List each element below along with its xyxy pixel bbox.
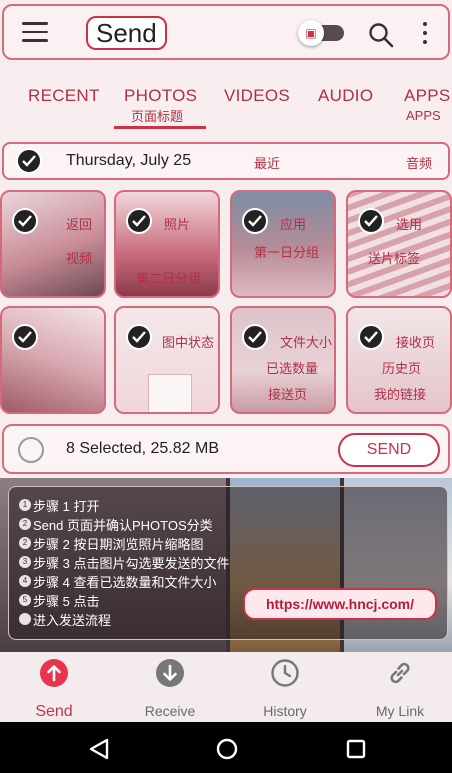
menu-icon[interactable] (22, 22, 48, 42)
step-number: 4 (19, 575, 31, 587)
bottom-navigation: Send Receive History My Link (0, 652, 452, 722)
nav-send[interactable]: Send (4, 658, 104, 721)
nav-history[interactable]: History (235, 658, 335, 719)
step-text: 进入发送流程 (33, 613, 112, 628)
select-all-check-icon[interactable] (16, 148, 42, 174)
nav-receive[interactable]: Receive (120, 658, 220, 719)
checked-icon (358, 324, 384, 350)
search-icon[interactable] (368, 22, 394, 48)
tile-label: 照片 (164, 217, 191, 232)
photo-tile[interactable]: 选用 送片标签 (346, 190, 452, 298)
tile-label: 第二日分组 (136, 271, 202, 286)
step-number: 5 (19, 594, 31, 606)
nav-label: History (263, 703, 307, 719)
photo-tile[interactable] (0, 306, 106, 414)
building-illustration (148, 374, 192, 412)
step-bullet (19, 613, 31, 625)
photo-tile[interactable]: 返回 视频 (0, 190, 106, 298)
tile-label: 第一日分组 (254, 245, 320, 260)
cast-toggle[interactable]: ▣ (298, 20, 346, 46)
nav-label: Send (35, 703, 73, 720)
checked-icon (12, 208, 38, 234)
step-number: 2 (19, 537, 31, 549)
nav-my-link[interactable]: My Link (350, 658, 450, 719)
tile-label: 历史页 (382, 361, 422, 376)
clock-icon (271, 659, 299, 687)
tab-apps-sublabel: APPS (406, 108, 441, 123)
photo-tile[interactable]: 文件大小 已选数量 接送页 (230, 306, 336, 414)
app-screen: Send ▣ RECENT PHOTOS 页面标题 VIDEOS AUDIO A… (0, 0, 452, 773)
steps-overlay: 1 步骤 1 打开 2 Send 页面并确认PHOTOS分类 2 步骤 2 按日… (8, 486, 448, 640)
tab-recent[interactable]: RECENT (28, 86, 100, 106)
recents-icon[interactable] (346, 739, 366, 759)
tab-photos-sublabel: 页面标题 (131, 109, 184, 124)
tile-label: 视频 (66, 251, 93, 266)
step-text: 步骤 2 按日期浏览照片缩略图 (33, 537, 204, 552)
photo-tile[interactable]: 图中状态 (114, 306, 220, 414)
tile-label: 已选数量 (266, 361, 319, 376)
tile-label: 我的链接 (374, 387, 427, 402)
tab-videos[interactable]: VIDEOS (224, 86, 290, 106)
tile-label: 选用 (396, 217, 423, 232)
link-icon (390, 662, 410, 684)
download-circle-icon (156, 659, 184, 687)
tile-label: 送片标签 (368, 251, 421, 266)
deselect-radio[interactable] (18, 437, 44, 463)
selection-bar: 8 Selected, 25.82 MB SEND (2, 424, 450, 474)
upload-circle-icon (40, 659, 68, 687)
home-icon[interactable] (216, 738, 238, 760)
tile-label: 图中状态 (162, 335, 215, 350)
step-number: 2 (19, 518, 31, 530)
audio-annotation: 音频 (406, 156, 433, 171)
photo-tile[interactable]: 应用 第一日分组 (230, 190, 336, 298)
page-title: Send (86, 16, 167, 50)
tile-label: 返回 (66, 217, 93, 232)
step-text: 步骤 5 点击 (33, 594, 100, 609)
date-group-header[interactable]: Thursday, July 25 最近 音频 (2, 142, 450, 180)
cast-icon: ▣ (298, 20, 324, 46)
tile-label: 接送页 (268, 387, 308, 402)
url-link[interactable]: https://www.hncj.com/ (243, 588, 437, 620)
system-nav-bar (0, 722, 452, 773)
photo-tile[interactable]: 接收页 历史页 我的链接 (346, 306, 452, 414)
step-text: 步骤 1 打开 (33, 499, 100, 514)
photo-tile[interactable]: 照片 第二日分组 (114, 190, 220, 298)
checked-icon (242, 208, 268, 234)
step-text: Send 页面并确认PHOTOS分类 (33, 518, 213, 533)
date-label: Thursday, July 25 (66, 152, 192, 169)
step-number: 1 (19, 499, 31, 511)
step-text: 步骤 3 点击图片勾选要发送的文件 (33, 556, 230, 571)
recent-annotation: 最近 (254, 156, 281, 171)
tab-audio[interactable]: AUDIO (318, 86, 373, 106)
nav-label: My Link (375, 703, 425, 719)
tile-label: 文件大小 (280, 335, 333, 350)
checked-icon (358, 208, 384, 234)
checked-icon (126, 324, 152, 350)
checked-icon (242, 324, 268, 350)
top-app-bar: Send ▣ (2, 4, 450, 60)
active-tab-indicator (114, 126, 206, 129)
step-text: 步骤 4 查看已选数量和文件大小 (33, 575, 217, 590)
tile-label: 应用 (280, 217, 307, 232)
send-button[interactable]: SEND (338, 433, 440, 467)
checked-icon (12, 324, 38, 350)
category-tabs: RECENT PHOTOS 页面标题 VIDEOS AUDIO APPS APP… (0, 72, 452, 132)
back-icon[interactable] (88, 738, 110, 760)
selection-summary: 8 Selected, 25.82 MB (66, 440, 219, 457)
tab-photos[interactable]: PHOTOS (124, 86, 197, 106)
step-number: 3 (19, 556, 31, 568)
tile-label: 接收页 (396, 335, 436, 350)
tab-apps[interactable]: APPS (404, 86, 451, 106)
checked-icon (126, 208, 152, 234)
nav-label: Receive (144, 703, 196, 719)
more-vert-icon[interactable] (422, 22, 428, 46)
